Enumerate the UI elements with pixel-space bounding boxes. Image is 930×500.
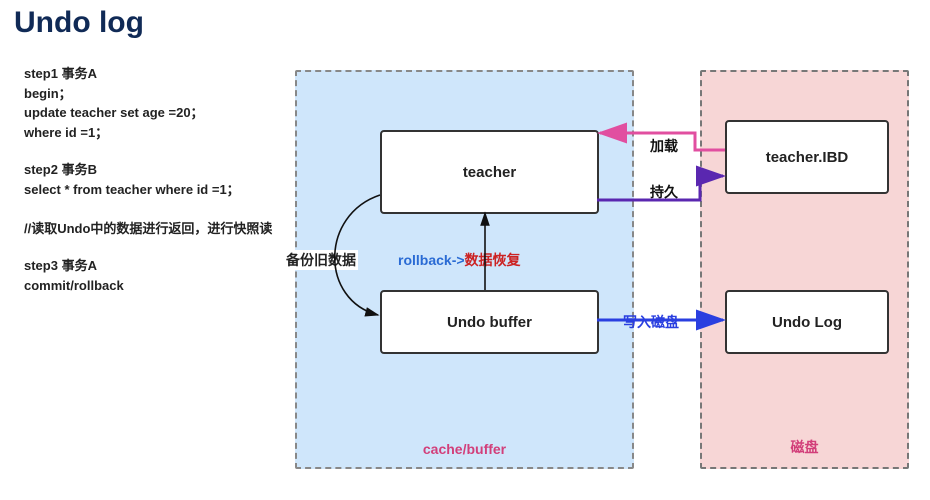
cache-buffer-label: cache/buffer (297, 441, 632, 457)
disk-label: 磁盘 (702, 437, 907, 457)
load-label: 加载 (650, 136, 678, 156)
step2-text: step2 事务B select * from teacher where id… (24, 160, 274, 238)
step1-text: step1 事务A begin； update teacher set age … (24, 64, 274, 142)
steps-block: step1 事务A begin； update teacher set age … (24, 64, 274, 313)
teacher-box: teacher (380, 130, 599, 214)
undo-buffer-box: Undo buffer (380, 290, 599, 354)
undo-log-box: Undo Log (725, 290, 889, 354)
persist-label: 持久 (650, 182, 678, 202)
step3-text: step3 事务A commit/rollback (24, 256, 274, 295)
page-title: Undo log (0, 0, 930, 46)
rollback-suffix: 数据恢复 (465, 252, 521, 268)
write-disk-label: 写入磁盘 (623, 312, 679, 332)
teacher-ibd-box: teacher.IBD (725, 120, 889, 194)
rollback-label: rollback->数据恢复 (398, 250, 521, 270)
backup-label: 备份旧数据 (284, 250, 358, 270)
rollback-prefix: rollback-> (398, 252, 465, 268)
